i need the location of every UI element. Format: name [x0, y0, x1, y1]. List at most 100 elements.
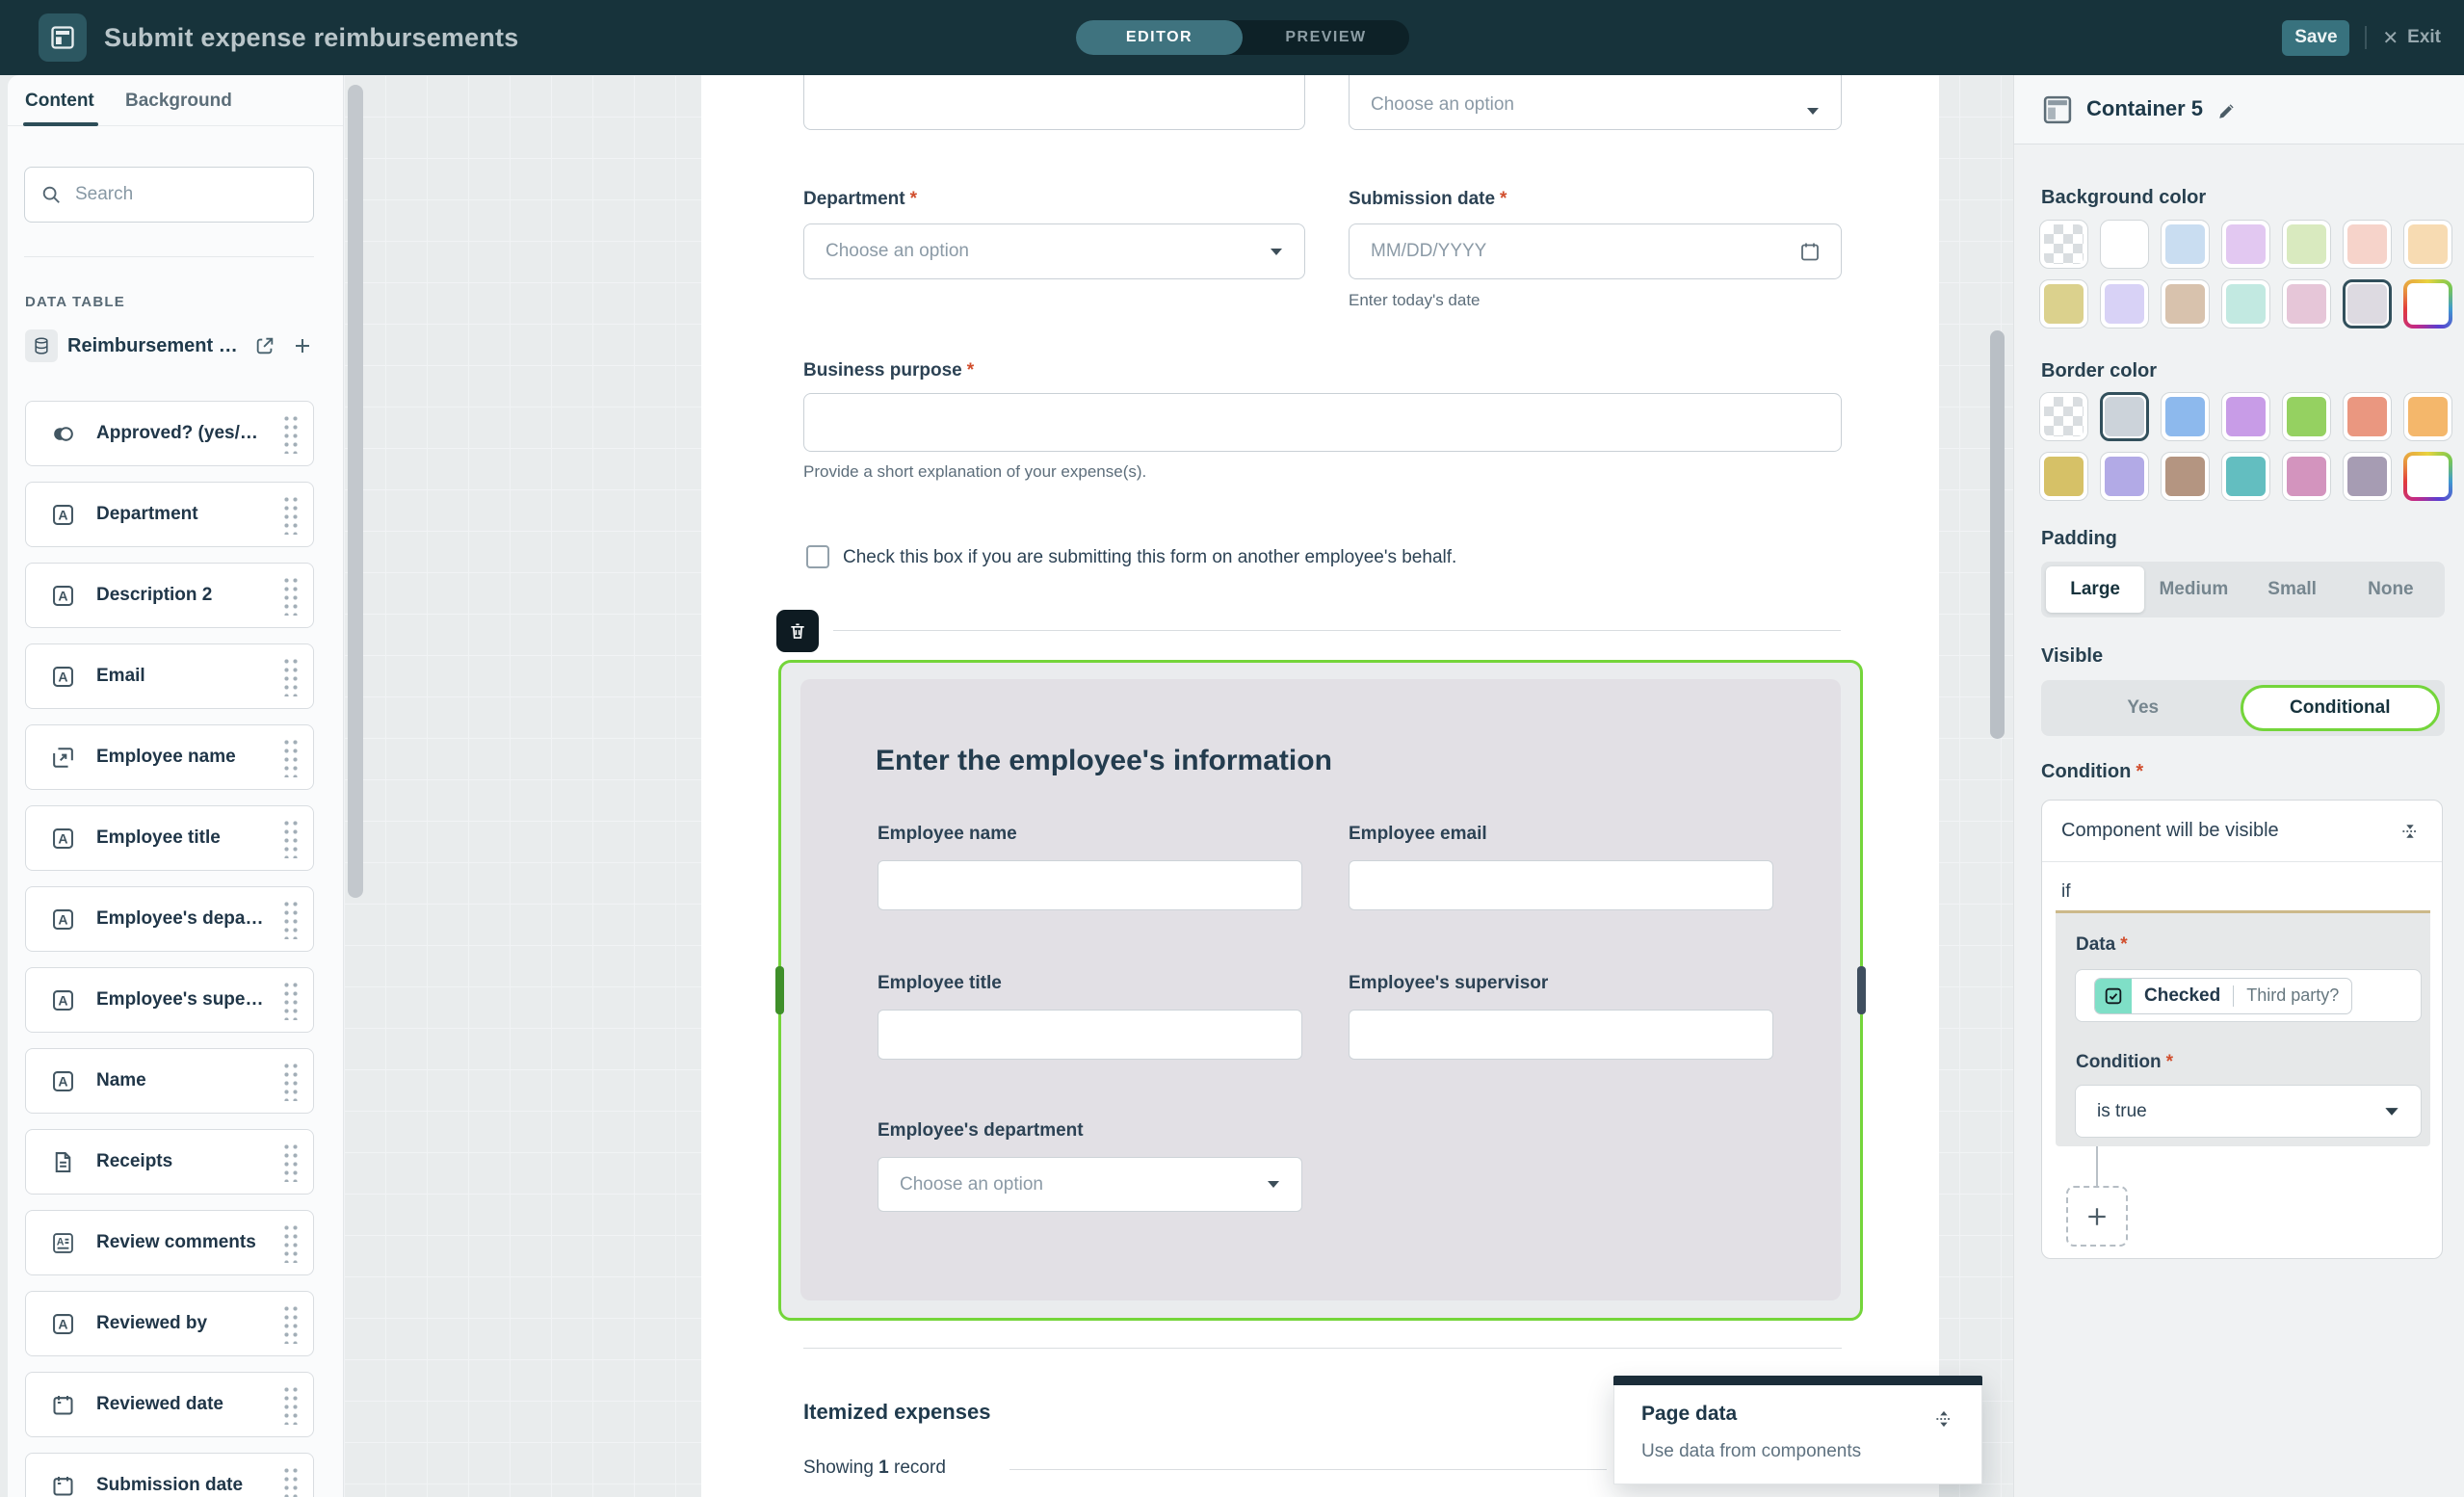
expand-icon[interactable] [1931, 1406, 1956, 1431]
employee-supervisor-input[interactable] [1349, 1010, 1773, 1060]
drag-handle-icon[interactable] [281, 818, 298, 858]
color-swatch[interactable] [2343, 220, 2392, 269]
field-card[interactable]: Receipts [25, 1129, 314, 1195]
add-field-icon[interactable] [291, 334, 314, 357]
condition-summary-row[interactable]: Component will be visible [2042, 801, 2442, 862]
drag-handle-icon[interactable] [281, 737, 298, 777]
field-card[interactable]: Employee name [25, 724, 314, 790]
field-card[interactable]: Submission date [25, 1453, 314, 1497]
padding-option-medium[interactable]: Medium [2144, 566, 2242, 613]
drag-handle-icon[interactable] [281, 1061, 298, 1101]
field-card[interactable]: A Department [25, 482, 314, 547]
field-card[interactable]: A Review comments [25, 1210, 314, 1275]
color-swatch[interactable] [2039, 279, 2088, 328]
drag-handle-icon[interactable] [281, 1142, 298, 1182]
visible-option-yes[interactable]: Yes [2046, 685, 2241, 731]
field-chip[interactable]: Checked Third party? [2094, 978, 2352, 1014]
collapse-icon[interactable] [2398, 819, 2423, 844]
color-swatch[interactable] [2221, 279, 2270, 328]
padding-option-none[interactable]: None [2342, 566, 2440, 613]
field-card[interactable]: Reviewed date [25, 1372, 314, 1437]
color-swatch[interactable] [2282, 392, 2331, 441]
color-swatch[interactable] [2282, 279, 2331, 328]
tab-editor[interactable]: EDITOR [1076, 20, 1243, 55]
submission-date-input[interactable] [1349, 223, 1842, 279]
employee-info-container[interactable]: Enter the employee's information Employe… [778, 660, 1863, 1321]
save-button[interactable]: Save [2282, 20, 2349, 56]
visible-option-conditional[interactable]: Conditional [2241, 685, 2441, 731]
color-swatch[interactable] [2039, 392, 2088, 441]
drag-handle-icon[interactable] [281, 413, 298, 454]
color-swatch[interactable] [2221, 220, 2270, 269]
drag-handle-icon[interactable] [281, 1465, 298, 1497]
field-card[interactable]: A Description 2 [25, 563, 314, 628]
drag-handle-icon[interactable] [281, 656, 298, 696]
top-left-input[interactable] [803, 75, 1305, 130]
color-swatch[interactable] [2403, 220, 2452, 269]
search-input[interactable] [75, 184, 311, 205]
color-swatch[interactable] [2403, 392, 2452, 441]
drag-handle-icon[interactable] [281, 1303, 298, 1344]
open-external-icon[interactable] [254, 335, 275, 356]
behalf-checkbox[interactable] [806, 545, 829, 568]
business-purpose-textarea[interactable] [803, 393, 1842, 452]
field-card[interactable]: A Name [25, 1048, 314, 1114]
color-swatch[interactable] [2221, 452, 2270, 501]
field-card[interactable]: A Employee title [25, 805, 314, 871]
data-input[interactable]: Checked Third party? [2075, 969, 2422, 1022]
sidebar-scrollbar[interactable] [348, 85, 363, 898]
color-swatch[interactable] [2161, 452, 2210, 501]
color-swatch[interactable] [2221, 392, 2270, 441]
color-swatch[interactable] [2161, 392, 2210, 441]
drag-handle-icon[interactable] [281, 899, 298, 939]
field-card[interactable]: A Employee's depa… [25, 886, 314, 952]
color-swatch[interactable] [2343, 392, 2392, 441]
search-box[interactable] [24, 167, 314, 223]
color-swatch[interactable] [2403, 279, 2452, 328]
employee-name-input[interactable] [878, 860, 1302, 910]
color-swatch[interactable] [2343, 279, 2392, 328]
color-swatch[interactable] [2403, 452, 2452, 501]
color-swatch[interactable] [2100, 452, 2149, 501]
add-condition-button[interactable] [2066, 1186, 2128, 1247]
canvas-scrollbar[interactable] [1990, 330, 2005, 739]
page-data-panel[interactable]: Page data Use data from components [1613, 1376, 1982, 1484]
field-card[interactable]: A Email [25, 643, 314, 709]
top-right-select[interactable]: Choose an option [1349, 75, 1842, 130]
drag-handle-icon[interactable] [281, 980, 298, 1020]
department-select[interactable]: Choose an option [803, 223, 1305, 279]
delete-container-button[interactable] [776, 610, 819, 652]
color-swatch[interactable] [2282, 452, 2331, 501]
drag-handle-icon[interactable] [281, 494, 298, 535]
field-card[interactable]: A Employee's supe… [25, 967, 314, 1033]
resize-handle-left[interactable] [775, 966, 784, 1014]
employee-email-input[interactable] [1349, 860, 1773, 910]
tab-content[interactable]: Content [25, 91, 94, 112]
color-swatch[interactable] [2100, 392, 2149, 441]
color-swatch[interactable] [2161, 220, 2210, 269]
color-swatch[interactable] [2100, 220, 2149, 269]
tab-background[interactable]: Background [125, 91, 232, 112]
drag-handle-icon[interactable] [281, 1222, 298, 1263]
color-swatch[interactable] [2039, 452, 2088, 501]
field-card[interactable]: A Reviewed by [25, 1291, 314, 1356]
color-swatch[interactable] [2343, 452, 2392, 501]
rename-pencil-icon[interactable] [2216, 100, 2238, 121]
resize-handle-right[interactable] [1857, 966, 1866, 1014]
color-swatch[interactable] [2100, 279, 2149, 328]
color-swatch[interactable] [2161, 279, 2210, 328]
data-table-row[interactable]: Reimbursement … [25, 329, 314, 362]
color-swatch[interactable] [2039, 220, 2088, 269]
padding-option-large[interactable]: Large [2046, 566, 2144, 613]
employee-department-select[interactable]: Choose an option [878, 1157, 1302, 1212]
drag-handle-icon[interactable] [281, 1384, 298, 1425]
field-card[interactable]: Approved? (yes/… [25, 401, 314, 466]
exit-button[interactable]: ✕ Exit [2382, 26, 2447, 50]
operator-select[interactable]: is true [2075, 1085, 2422, 1138]
drag-handle-icon[interactable] [281, 575, 298, 616]
padding-option-small[interactable]: Small [2243, 566, 2342, 613]
employee-title-input[interactable] [878, 1010, 1302, 1060]
color-swatch[interactable] [2282, 220, 2331, 269]
calendar-icon[interactable] [1798, 240, 1822, 263]
tab-preview[interactable]: PREVIEW [1243, 20, 1409, 55]
